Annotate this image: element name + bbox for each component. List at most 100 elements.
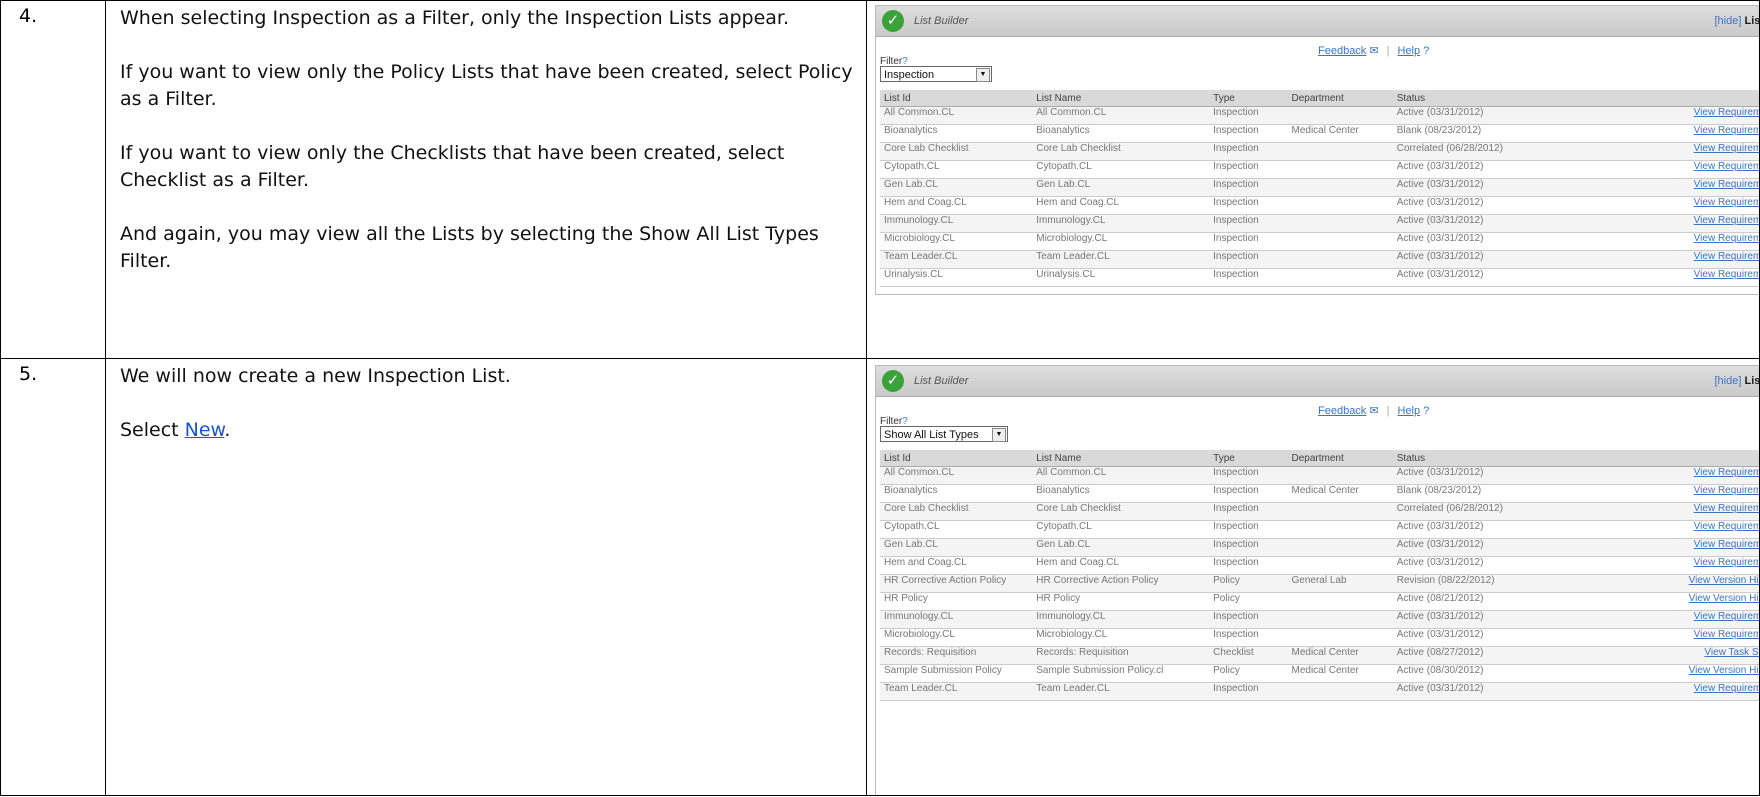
- list-builder-panel: ✓ List Builder [hide] List Builder Feedback…: [875, 5, 1759, 295]
- table-cell: Policy: [1209, 574, 1288, 593]
- table-cell: [1287, 610, 1393, 629]
- table-row: All Common.CL All Common.CL Inspection Acti…: [880, 466, 1759, 485]
- table-cell: Revision (08/22/2012): [1392, 574, 1539, 593]
- table-cell: Policy: [1209, 664, 1288, 683]
- row-actions: View Requirements Edit: [1538, 538, 1759, 557]
- table-cell: Inspection: [1209, 178, 1288, 197]
- table-cell: Medical Center: [1287, 646, 1393, 665]
- table-cell: Inspection: [1209, 538, 1288, 557]
- view-link[interactable]: View Requirements: [1694, 611, 1759, 622]
- view-link[interactable]: View Requirements: [1694, 125, 1759, 136]
- hide-link[interactable]: [hide]: [1715, 375, 1742, 387]
- view-link[interactable]: View Requirements: [1694, 143, 1759, 154]
- row-actions: View Requirements Edit: [1538, 214, 1759, 233]
- table-cell: Immunology.CL: [880, 214, 1033, 233]
- table-cell: [1287, 466, 1393, 485]
- panel-title: List Builder: [914, 15, 969, 27]
- feedback-link[interactable]: Feedback: [1318, 405, 1366, 417]
- table-cell: Hem and Coag.CL: [880, 556, 1033, 575]
- filter-select[interactable]: Show All List Types ▼: [880, 426, 1008, 442]
- list-builder-panel: ✓List Builder[hide] List BuilderFeedback…: [875, 365, 1759, 795]
- table-header: List IdList NameTypeDepartmentStatusNew: [880, 90, 1759, 107]
- view-link[interactable]: View Requirements: [1694, 197, 1759, 208]
- table-cell: Cytopath.CL: [880, 160, 1033, 179]
- table-row: Gen Lab.CL Gen Lab.CL Inspection Active (03…: [880, 538, 1759, 557]
- table-cell: Active (03/31/2012): [1392, 106, 1539, 125]
- view-link[interactable]: View Task Status: [1704, 647, 1758, 658]
- new-button[interactable]: New: [1538, 450, 1759, 467]
- table-cell: Inspection: [1209, 268, 1288, 287]
- step-paragraph: When selecting Inspection as a Filter, o…: [120, 7, 790, 29]
- table-cell: [1287, 628, 1393, 647]
- table-row: All Common.CL All Common.CL Inspection Acti…: [880, 106, 1759, 125]
- table-cell: [1287, 250, 1393, 269]
- table-row: Records: Requisition Records: Requisition…: [880, 646, 1759, 665]
- table-cell: Gen Lab.CL: [1032, 178, 1210, 197]
- table-cell: [1287, 106, 1393, 125]
- view-link[interactable]: View Requirements: [1694, 539, 1759, 550]
- feedback-help: Feedback ✉ | Help ?: [1318, 404, 1429, 417]
- step-text: When selecting Inspection as a Filter, o…: [105, 0, 867, 359]
- select-suffix: .: [224, 419, 231, 441]
- help-link[interactable]: Help: [1397, 405, 1420, 417]
- row-actions: View Requirements Edit: [1538, 268, 1759, 287]
- column-header: List Id: [880, 450, 1033, 467]
- speech-bubble-icon: ✉: [1366, 45, 1379, 57]
- help-link[interactable]: Help: [1397, 45, 1420, 57]
- view-link[interactable]: View Requirements: [1694, 251, 1759, 262]
- view-link[interactable]: View Requirements: [1694, 683, 1759, 694]
- check-icon: ✓: [882, 10, 904, 32]
- view-link[interactable]: View Requirements: [1694, 179, 1759, 190]
- step-paragraph: And again, you may view all the Lists by…: [120, 223, 819, 272]
- view-link[interactable]: View Requirements: [1694, 161, 1759, 172]
- row-actions: View Requirements Edit: [1538, 124, 1759, 143]
- table-cell: HR Corrective Action Policy: [1032, 574, 1210, 593]
- table-cell: Inspection: [1209, 124, 1288, 143]
- table-cell: Active (08/30/2012): [1392, 664, 1539, 683]
- table-header: List IdList NameTypeDepartmentStatusNew: [880, 450, 1759, 467]
- table-cell: Checklist: [1209, 646, 1288, 665]
- view-link[interactable]: View Requirements: [1694, 557, 1759, 568]
- new-link[interactable]: New: [185, 419, 225, 441]
- table-cell: Active (03/31/2012): [1392, 196, 1539, 215]
- table-row: Bioanalytics Bioanalytics Inspection Medica…: [880, 124, 1759, 143]
- table-cell: Cytopath.CL: [1032, 520, 1210, 539]
- view-link[interactable]: View Version History: [1689, 575, 1759, 586]
- table-cell: All Common.CL: [880, 466, 1033, 485]
- table-cell: Blank (08/23/2012): [1392, 124, 1539, 143]
- filter-select[interactable]: Inspection ▼: [880, 66, 992, 82]
- view-link[interactable]: View Requirements: [1694, 503, 1759, 514]
- view-link[interactable]: View Requirements: [1694, 107, 1759, 118]
- table-cell: [1287, 232, 1393, 251]
- table-cell: Medical Center: [1287, 124, 1393, 143]
- table-cell: Active (03/31/2012): [1392, 178, 1539, 197]
- chevron-down-icon[interactable]: ▼: [992, 428, 1006, 442]
- view-link[interactable]: View Requirements: [1694, 269, 1759, 280]
- panel-right-title: [hide] List Builder: [1715, 15, 1759, 27]
- table-row: Microbiology.CL Microbiology.CL Inspection…: [880, 232, 1759, 251]
- step-paragraph: We will now create a new Inspection List…: [120, 365, 511, 387]
- view-link[interactable]: View Requirements: [1694, 629, 1759, 640]
- column-header: List Name: [1032, 90, 1210, 107]
- new-button[interactable]: New: [1538, 90, 1759, 107]
- chevron-down-icon[interactable]: ▼: [976, 68, 990, 82]
- table-cell: Team Leader.CL: [1032, 682, 1210, 701]
- step-text: We will now create a new Inspection List…: [105, 358, 867, 796]
- column-header: Status: [1392, 450, 1539, 467]
- view-link[interactable]: View Requirements: [1694, 215, 1759, 226]
- view-link[interactable]: View Requirements: [1694, 485, 1759, 496]
- view-link[interactable]: View Version History: [1689, 593, 1759, 604]
- view-link[interactable]: View Requirements: [1694, 521, 1759, 532]
- feedback-link[interactable]: Feedback: [1318, 45, 1366, 57]
- table-cell: Sample Submission Policy: [880, 664, 1033, 683]
- view-link[interactable]: View Requirements: [1694, 467, 1759, 478]
- table-row: Team Leader.CL Team Leader.CL Inspection Ac…: [880, 682, 1759, 701]
- table-cell: Cytopath.CL: [880, 520, 1033, 539]
- table-cell: Urinalysis.CL: [880, 268, 1033, 287]
- view-link[interactable]: View Version History: [1689, 665, 1759, 676]
- table-cell: Immunology.CL: [880, 610, 1033, 629]
- hide-link[interactable]: [hide]: [1715, 15, 1742, 27]
- view-link[interactable]: View Requirements: [1694, 233, 1759, 244]
- row-actions: View Requirements Edit: [1538, 178, 1759, 197]
- row-actions: View Requirements Edit: [1538, 520, 1759, 539]
